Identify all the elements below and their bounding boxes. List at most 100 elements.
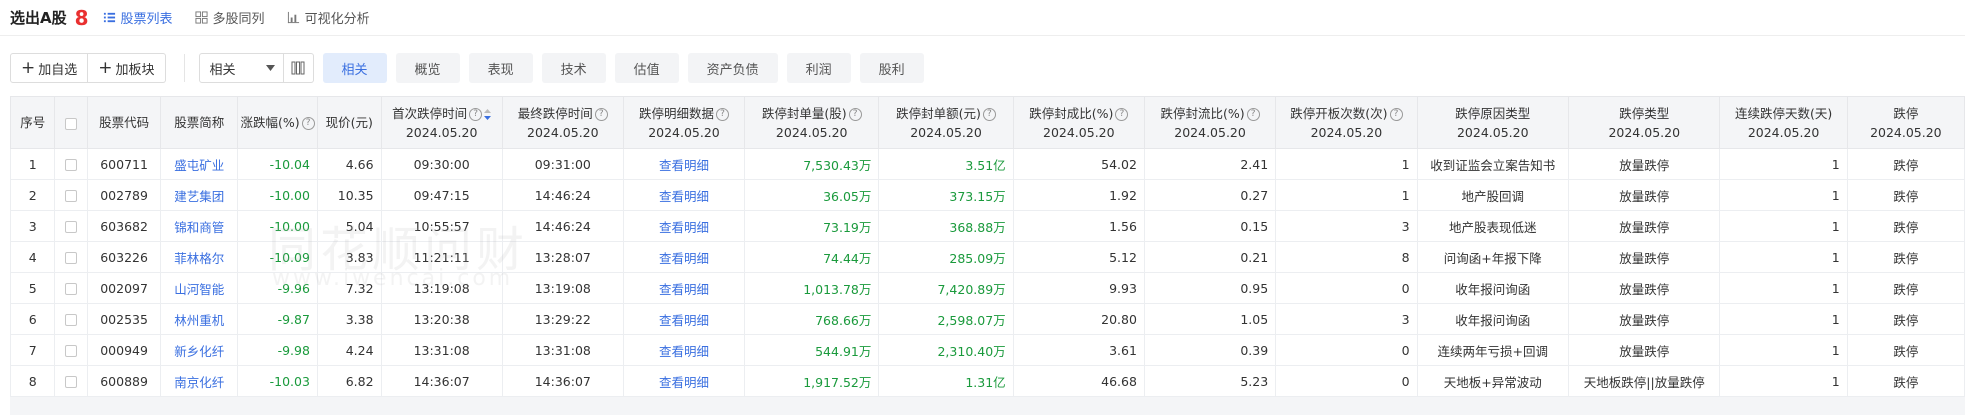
- stock-name[interactable]: 菲林格尔: [160, 241, 239, 273]
- add-sector-button[interactable]: + 加板块: [88, 53, 166, 83]
- detail-link[interactable]: 查看明细: [623, 272, 746, 304]
- help-icon[interactable]: ?: [715, 107, 729, 121]
- first-limit-time: 10:55:57: [381, 210, 503, 242]
- row-select-cell: [54, 241, 88, 273]
- column-header[interactable]: 连续跌停天数(天) 2024.05.20: [1719, 96, 1848, 149]
- category-tab[interactable]: 表现: [468, 53, 533, 83]
- column-header[interactable]: 跌停开板次数(次)? 2024.05.20: [1275, 96, 1418, 149]
- column-header[interactable]: 跌停明细数据? 2024.05.20: [622, 96, 746, 149]
- stock-name[interactable]: 林州重机: [160, 303, 239, 335]
- row-checkbox[interactable]: [65, 376, 78, 388]
- stock-name[interactable]: 锦和商管: [160, 210, 239, 242]
- open-count: 3: [1275, 210, 1418, 242]
- column-title: 跌停封单额(元): [896, 105, 981, 121]
- column-header[interactable]: 跌停类型 2024.05.20: [1568, 96, 1721, 149]
- stock-name[interactable]: 建艺集团: [160, 179, 239, 211]
- last-limit-time: 14:46:24: [502, 179, 624, 211]
- limit-type: 放量跌停: [1568, 179, 1721, 211]
- limit-status: 跌停: [1847, 210, 1965, 242]
- column-header[interactable]: 跌停封单量(股)? 2024.05.20: [744, 96, 880, 149]
- tab-multi-stock[interactable]: 多股同列: [195, 8, 265, 27]
- seal-volume: 74.44万: [744, 241, 880, 273]
- open-count: 0: [1275, 272, 1418, 304]
- row-checkbox[interactable]: [65, 190, 78, 202]
- stock-name[interactable]: 新乡化纤: [160, 334, 239, 366]
- sort-icon[interactable]: [484, 108, 492, 120]
- column-header[interactable]: 首次跌停时间? 2024.05.20: [380, 96, 503, 149]
- table-row[interactable]: 2 002789 建艺集团 -10.00 10.35 09:47:15 14:46:24 查看…: [10, 179, 1965, 211]
- help-icon[interactable]: ?: [469, 107, 483, 121]
- help-icon[interactable]: ?: [848, 107, 862, 121]
- column-header[interactable]: 股票简称: [160, 96, 239, 149]
- help-icon[interactable]: ?: [1246, 107, 1260, 121]
- category-tab[interactable]: 股利: [859, 53, 924, 83]
- table-row[interactable]: 8 600889 南京化纤 -10.03 6.82 14:36:07 14:36:07 查看明…: [10, 365, 1965, 397]
- table-row[interactable]: 7 000949 新乡化纤 -9.98 4.24 13:31:08 13:31:08 查看明细…: [10, 334, 1965, 366]
- table-row[interactable]: 6 002535 林州重机 -9.87 3.38 13:20:38 13:29:22 查看明细…: [10, 303, 1965, 335]
- help-icon[interactable]: ?: [1115, 107, 1129, 121]
- detail-link[interactable]: 查看明细: [623, 148, 746, 180]
- limit-status: 跌停: [1847, 303, 1965, 335]
- column-header[interactable]: 跌停 2024.05.20: [1846, 96, 1965, 149]
- row-checkbox[interactable]: [65, 345, 78, 357]
- row-checkbox[interactable]: [65, 314, 78, 326]
- column-title: 跌停封单量(股): [761, 105, 847, 121]
- limit-type: 放量跌停: [1568, 241, 1721, 273]
- category-tab[interactable]: 资产负债: [687, 53, 778, 83]
- help-icon[interactable]: ?: [301, 117, 315, 130]
- help-icon[interactable]: ?: [594, 107, 608, 121]
- row-checkbox[interactable]: [65, 221, 78, 233]
- table-row[interactable]: 5 002097 山河智能 -9.96 7.32 13:19:08 13:19:08 查看明细…: [10, 272, 1965, 304]
- table-row[interactable]: 1 600711 盛屯矿业 -10.04 4.66 09:30:00 09:31:00 查看明…: [10, 148, 1965, 180]
- column-date: 2024.05.20: [1174, 124, 1246, 140]
- category-tab[interactable]: 估值: [614, 53, 679, 83]
- detail-link[interactable]: 查看明细: [623, 241, 746, 273]
- column-header[interactable]: 最终跌停时间? 2024.05.20: [501, 96, 624, 149]
- column-preset-select[interactable]: 相关: [198, 53, 284, 83]
- category-tab[interactable]: 技术: [541, 53, 606, 83]
- category-tab[interactable]: 利润: [786, 53, 851, 83]
- first-limit-time: 13:19:08: [381, 272, 503, 304]
- stock-name[interactable]: 山河智能: [160, 272, 239, 304]
- open-count: 1: [1275, 179, 1418, 211]
- column-header[interactable]: 跌停封单额(元)? 2024.05.20: [878, 96, 1014, 149]
- table-row[interactable]: 4 603226 菲林格尔 -10.09 3.83 11:21:11 13:28:07 查看明…: [10, 241, 1965, 273]
- add-watchlist-button[interactable]: + 加自选: [10, 53, 89, 83]
- detail-link[interactable]: 查看明细: [623, 210, 746, 242]
- column-header[interactable]: 涨跌幅(%)?: [237, 96, 318, 149]
- row-checkbox[interactable]: [65, 252, 78, 264]
- tab-visual-analysis[interactable]: 可视化分析: [287, 8, 370, 27]
- column-settings-button[interactable]: [283, 53, 314, 83]
- plus-icon: +: [98, 57, 113, 78]
- row-checkbox[interactable]: [65, 283, 78, 295]
- column-header[interactable]: 跌停封成比(%)? 2024.05.20: [1012, 96, 1145, 149]
- table-row[interactable]: 3 603682 锦和商管 -10.00 5.04 10:55:57 14:46:24 查看明…: [10, 210, 1965, 242]
- category-tab[interactable]: 概览: [395, 53, 460, 83]
- detail-link[interactable]: 查看明细: [623, 303, 746, 335]
- consecutive-days: 1: [1719, 210, 1848, 242]
- select-all-header[interactable]: [54, 96, 88, 149]
- detail-link[interactable]: 查看明细: [623, 334, 746, 366]
- help-icon[interactable]: ?: [1389, 107, 1403, 121]
- price: 6.82: [317, 365, 382, 397]
- column-header[interactable]: 现价(元): [316, 96, 382, 149]
- select-all-checkbox[interactable]: [65, 117, 78, 130]
- limit-status: 跌停: [1847, 334, 1965, 366]
- seal-turnover-ratio: 9.93: [1013, 272, 1145, 304]
- column-header[interactable]: 跌停封流比(%)? 2024.05.20: [1143, 96, 1277, 149]
- row-select-cell: [54, 303, 88, 335]
- column-header[interactable]: 序号: [10, 96, 56, 149]
- tab-stock-list-label: 股票列表: [120, 12, 173, 27]
- detail-link[interactable]: 查看明细: [623, 179, 746, 211]
- row-checkbox[interactable]: [65, 159, 78, 171]
- column-header[interactable]: 股票代码: [86, 96, 162, 149]
- row-index: 7: [10, 334, 56, 366]
- column-header[interactable]: 跌停原因类型 2024.05.20: [1416, 96, 1570, 149]
- tab-multi-stock-label: 多股同列: [212, 12, 265, 27]
- help-icon[interactable]: ?: [982, 107, 996, 121]
- tab-stock-list[interactable]: 股票列表: [103, 8, 173, 27]
- stock-name[interactable]: 南京化纤: [160, 365, 239, 397]
- stock-name[interactable]: 盛屯矿业: [160, 148, 239, 180]
- category-tab[interactable]: 相关: [322, 53, 387, 83]
- detail-link[interactable]: 查看明细: [623, 365, 746, 397]
